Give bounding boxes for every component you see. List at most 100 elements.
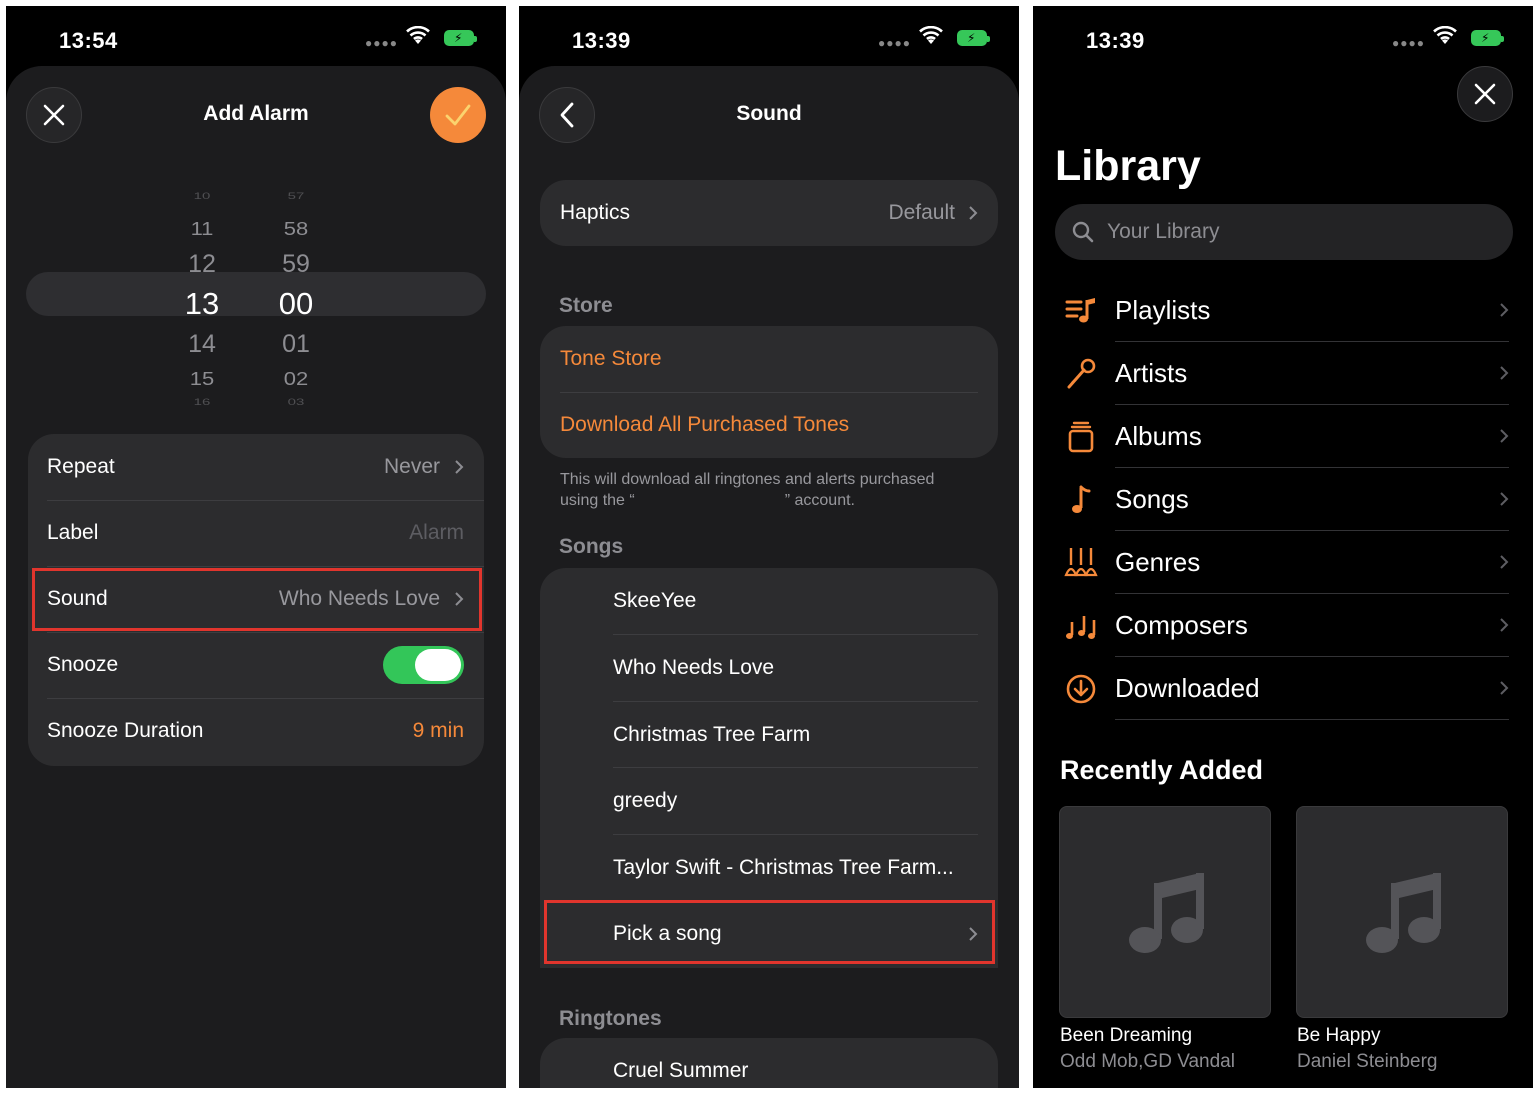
notes-icon [1066,616,1096,639]
download-circle-icon [1066,674,1096,704]
library-item-label: Artists [1115,358,1188,388]
tone-store-row[interactable]: Tone Store [540,326,998,392]
footnote-line: This will download all ringtones and ale… [560,471,935,488]
chevron-right-icon [1500,681,1509,695]
checkmark-icon [445,104,471,126]
chevron-right-icon [455,460,464,474]
album-artwork[interactable] [1059,806,1271,1018]
album-stack-icon [1068,421,1094,453]
add-alarm-screen: 13:54 ●●●● ⚡ Add Alarm 10 11 12 13 14 15… [6,6,506,1088]
highlight-box [544,900,995,964]
snooze-duration-row[interactable]: Snooze Duration 9 min [28,698,484,764]
hour-option: 16 [193,397,211,408]
repeat-value: Never [383,455,440,478]
footnote-text: using the “ [560,492,635,509]
song-row[interactable]: SkeeYee [540,568,998,634]
song-row[interactable]: greedy [540,768,998,834]
close-button[interactable] [1457,66,1513,122]
page-title: Sound [736,102,802,125]
search-icon [1072,221,1094,243]
chevron-right-icon [1500,366,1509,380]
search-field[interactable]: Your Library [1055,204,1513,260]
hour-option: 12 [188,250,216,278]
status-time: 13:39 [1086,28,1145,53]
album-artwork[interactable] [1296,806,1508,1018]
library-item-downloaded[interactable]: Downloaded [1033,657,1533,720]
status-bar: 13:39 ●●●● ⚡ [519,6,1019,66]
library-item-label: Playlists [1115,295,1211,325]
minute-option: 02 [283,367,309,390]
store-group: Tone Store Download All Purchased Tones [540,326,998,458]
snooze-row: Snooze [28,632,484,698]
download-all-link: Download All Purchased Tones [560,413,850,436]
song-row[interactable]: Christmas Tree Farm [540,702,998,768]
snooze-duration-value: 9 min [412,719,464,742]
snooze-toggle[interactable] [383,646,464,684]
recently-added-header: Recently Added [1060,755,1264,785]
page-title: Library [1055,142,1201,190]
label-label: Label [47,521,99,544]
repeat-row[interactable]: Repeat Never [28,434,484,500]
store-footnote: This will download all ringtones and ale… [560,469,934,511]
playlists-icon [1065,298,1095,323]
hour-option: 10 [193,191,211,202]
minute-wheel[interactable]: 57 58 59 00 01 02 03 [266,176,326,416]
search-placeholder: Your Library [1107,220,1220,243]
footnote-text: ” account. [784,492,855,509]
album-artist: Daniel Steinberg [1297,1051,1438,1072]
music-note-icon [1129,873,1204,953]
haptics-value: Default [888,201,955,224]
haptics-label: Haptics [560,201,631,224]
minute-option: 03 [287,397,305,408]
selected-hour: 13 [184,286,220,321]
haptics-row[interactable]: Haptics Default [540,180,998,246]
close-icon [1474,83,1496,105]
song-title: SkeeYee [613,589,697,612]
library-item-songs[interactable]: Songs [1033,468,1533,531]
status-bar: 13:39 ●●●● ⚡ [1033,6,1533,66]
time-picker-selection [26,272,486,316]
library-item-playlists[interactable]: Playlists [1033,279,1533,342]
library-item-label: Downloaded [1115,673,1260,703]
battery-charging-icon: ⚡ [1471,30,1504,46]
ringtones-group: Cruel Summer [540,1038,998,1088]
hour-wheel[interactable]: 10 11 12 13 14 15 16 [172,176,232,416]
music-note-icon [1072,485,1091,513]
chevron-right-icon [1500,618,1509,632]
label-field[interactable]: Alarm [409,521,464,545]
minute-option: 59 [282,250,310,278]
library-item-genres[interactable]: Genres [1033,531,1533,594]
battery-charging-icon: ⚡ [957,30,990,46]
library-screen: 13:39 ●●●● ⚡ Library Your Library Playli… [1033,6,1533,1088]
chevron-right-icon [1500,492,1509,506]
songs-section-header: Songs [559,535,624,558]
song-title: Christmas Tree Farm [613,723,811,746]
library-item-artists[interactable]: Artists [1033,342,1533,405]
save-alarm-button[interactable] [430,87,486,143]
hour-option: 15 [189,367,215,390]
library-item-composers[interactable]: Composers [1033,594,1533,657]
status-time: 13:39 [572,28,631,53]
hour-option: 11 [190,217,214,240]
status-time: 13:54 [59,28,118,53]
download-all-row[interactable]: Download All Purchased Tones [540,392,998,458]
library-list: Playlists Artists Albums Songs Genres Co… [1033,279,1533,720]
cellular-signal-icon: ●●●● [365,36,398,50]
hour-option: 14 [188,330,216,358]
label-row[interactable]: Label Alarm [28,500,484,566]
library-item-albums[interactable]: Albums [1033,405,1533,468]
music-note-icon [1366,873,1441,953]
guitars-icon [1064,548,1098,577]
add-alarm-sheet: Add Alarm 10 11 12 13 14 15 16 57 58 59 … [6,66,506,1088]
wifi-icon [1433,26,1457,44]
selected-minute: 00 [278,286,314,321]
ringtone-title: Cruel Summer [613,1059,749,1082]
song-row[interactable]: Taylor Swift - Christmas Tree Farm... [540,835,998,901]
library-item-label: Genres [1115,547,1201,577]
sound-sheet: Sound Haptics Default Store Tone Store D… [519,66,1019,1088]
ringtone-row[interactable]: Cruel Summer [540,1038,998,1088]
song-row[interactable]: Who Needs Love [540,635,998,701]
snooze-label: Snooze [47,653,119,676]
repeat-label: Repeat [47,455,115,478]
chevron-right-icon [1500,429,1509,443]
